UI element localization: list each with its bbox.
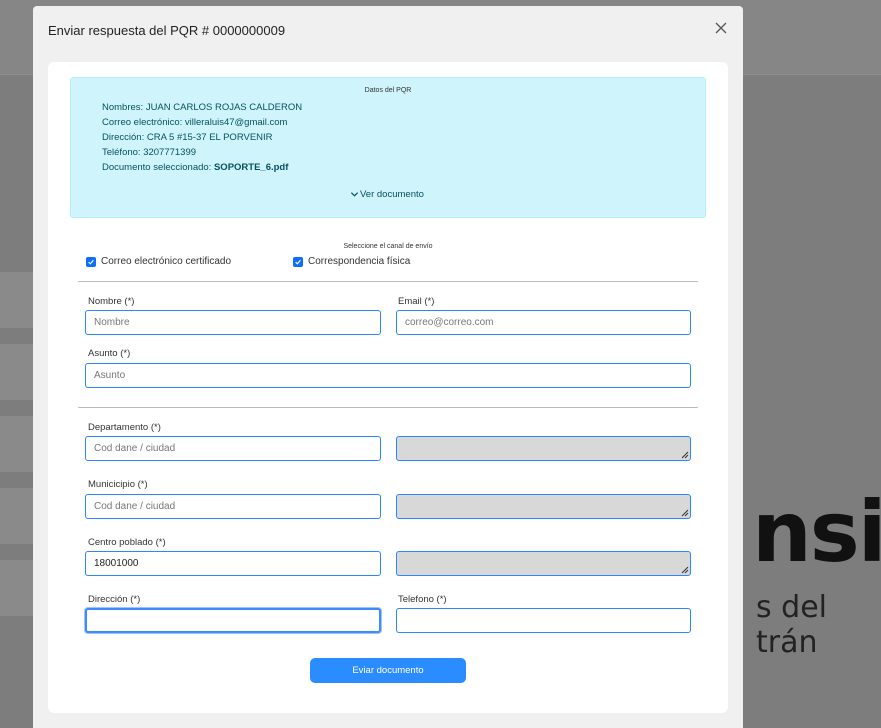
direccion-input[interactable]	[85, 608, 381, 633]
centro-poblado-result-field	[396, 551, 691, 576]
pqr-nombres: Nombres: JUAN CARLOS ROJAS CALDERON	[102, 102, 303, 113]
close-icon[interactable]	[713, 20, 729, 36]
municipio-result-field	[396, 494, 691, 519]
pqr-info-lines: Nombres: JUAN CARLOS ROJAS CALDERON Corr…	[102, 100, 302, 175]
channel-heading: Seleccione el canal de envío	[343, 243, 433, 250]
resize-grip-icon[interactable]	[680, 565, 689, 574]
background-tile	[0, 416, 33, 472]
background-brand-text: nsit	[752, 483, 881, 581]
pqr-info-heading: Datos del PQR	[364, 87, 412, 94]
channel-physical-checkbox[interactable]	[293, 256, 303, 267]
channel-physical-label: Correspondencia física	[308, 256, 411, 267]
departamento-result-field	[396, 436, 691, 461]
ver-documento-label: Ver documento	[360, 189, 424, 200]
chevron-down-icon	[350, 192, 359, 197]
nombre-input[interactable]	[85, 310, 381, 335]
municipio-label: Municicipio (*)	[88, 479, 148, 490]
check-icon	[88, 259, 94, 265]
channel-email-checkbox[interactable]	[86, 256, 96, 267]
departamento-input[interactable]	[85, 436, 381, 461]
section-divider	[78, 281, 698, 282]
pqr-info-panel: Datos del PQR Nombres: JUAN CARLOS ROJAS…	[70, 77, 706, 218]
send-response-modal: Enviar respuesta del PQR # 0000000009 Da…	[33, 6, 743, 728]
background-tile	[0, 488, 33, 544]
departamento-label: Departamento (*)	[88, 422, 161, 433]
pqr-telefono: Teléfono: 3207771399	[102, 147, 197, 158]
centro-poblado-input[interactable]	[85, 551, 381, 576]
channel-email-label: Correo electrónico certificado	[101, 256, 232, 267]
pqr-documento: Documento seleccionado: SOPORTE_6.pdf	[102, 160, 302, 175]
email-label: Email (*)	[398, 296, 435, 307]
direccion-label: Dirección (*)	[88, 594, 141, 605]
nombre-label: Nombre (*)	[88, 296, 135, 307]
ver-documento-toggle[interactable]: Ver documento	[350, 189, 424, 200]
email-input[interactable]	[396, 310, 691, 335]
resize-grip-icon[interactable]	[680, 450, 689, 459]
pqr-documento-value: SOPORTE_6.pdf	[213, 162, 289, 173]
section-divider	[78, 407, 698, 408]
telefono-input[interactable]	[396, 608, 691, 633]
channel-physical-option: Correspondencia física	[293, 256, 410, 267]
asunto-input[interactable]	[85, 363, 691, 388]
centro-poblado-label: Centro poblado (*)	[88, 537, 166, 548]
background-tile	[0, 560, 33, 616]
pqr-correo: Correo electrónico: villeraluis47@gmail.…	[102, 117, 288, 128]
background-tile	[0, 344, 33, 400]
pqr-documento-label: Documento seleccionado:	[102, 162, 214, 173]
pqr-direccion: Dirección: CRA 5 #15-37 EL PORVENIR	[102, 132, 273, 143]
municipio-input[interactable]	[85, 494, 381, 519]
send-document-button[interactable]: Eviar documento	[310, 658, 466, 683]
telefono-label: Telefono (*)	[398, 594, 447, 605]
modal-title: Enviar respuesta del PQR # 0000000009	[48, 23, 286, 38]
asunto-label: Asunto (*)	[88, 348, 131, 359]
modal-body-card: Datos del PQR Nombres: JUAN CARLOS ROJAS…	[48, 62, 728, 713]
resize-grip-icon[interactable]	[680, 508, 689, 517]
background-tile	[0, 272, 33, 328]
channel-email-option: Correo electrónico certificado	[86, 256, 231, 267]
check-icon	[295, 259, 301, 265]
background-brand-subtext: s del trán	[756, 590, 828, 660]
